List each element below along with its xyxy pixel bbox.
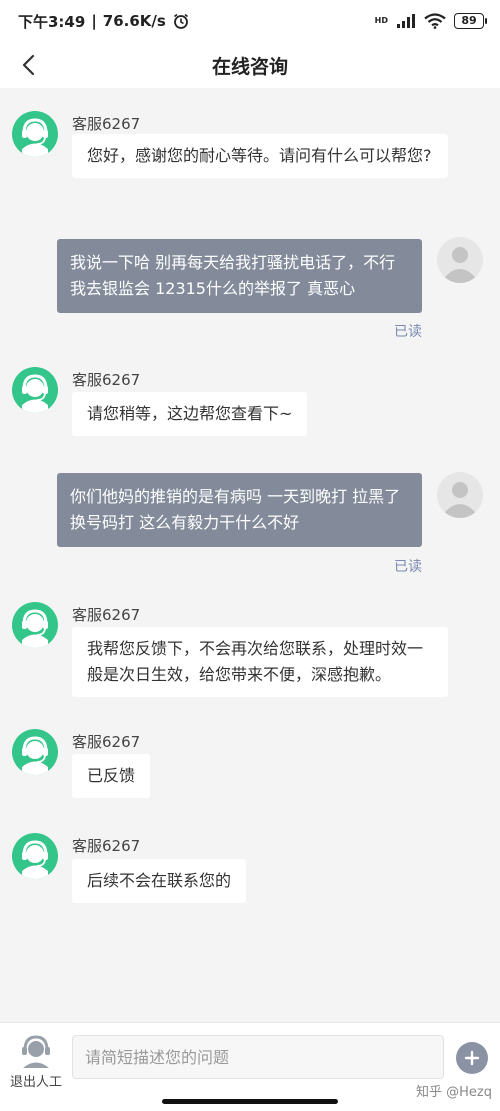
agent-message-bubble[interactable]: 后续不会在联系您的 <box>72 859 247 903</box>
back-button[interactable] <box>12 48 46 82</box>
hd-label: HD <box>374 16 388 25</box>
agent-name: 客服6267 <box>72 837 141 855</box>
agent-name: 客服6267 <box>72 115 141 133</box>
page-title: 在线咨询 <box>211 55 288 78</box>
plus-icon <box>464 1050 480 1066</box>
watermark: 知乎 @Hezq <box>416 1085 492 1100</box>
headset-agent-icon <box>22 374 48 413</box>
message-input[interactable] <box>72 1035 444 1079</box>
agent-avatar <box>12 833 58 879</box>
headset-agent-icon <box>22 118 48 157</box>
add-attachment-button[interactable] <box>456 1042 488 1074</box>
status-right: HD 89 <box>374 13 487 29</box>
user-avatar-icon <box>445 247 475 283</box>
user-avatar <box>437 237 483 283</box>
headset-agent-icon <box>22 1035 50 1068</box>
input-bar: 退出人工 知乎 @Hezq <box>0 1022 500 1111</box>
agent-message-bubble[interactable]: 您好，感谢您的耐心等待。请问有什么可以帮您? <box>72 134 448 178</box>
status-divider: | <box>91 12 97 30</box>
agent-avatar <box>12 367 58 413</box>
nav-bar: 在线咨询 <box>0 42 500 88</box>
wifi-icon <box>424 13 446 29</box>
agent-name: 客服6267 <box>72 371 141 389</box>
home-indicator[interactable] <box>162 1099 338 1104</box>
exit-human-service-button[interactable]: 退出人工 <box>4 1033 68 1093</box>
status-time: 下午3:49 <box>18 12 86 31</box>
network-speed: 76.6K/s <box>102 12 166 30</box>
battery-indicator: 89 <box>454 13 487 29</box>
read-status: 已读 <box>394 559 422 575</box>
agent-name: 客服6267 <box>72 733 141 751</box>
headset-agent-icon <box>22 736 48 775</box>
alarm-icon <box>173 13 188 29</box>
read-status: 已读 <box>394 324 422 340</box>
user-message-bubble[interactable]: 你们他妈的推销的是有病吗 一天到晚打 拉黑了换号码打 这么有毅力干什么不好 <box>57 473 422 547</box>
user-message-bubble[interactable]: 我说一下哈 别再每天给我打骚扰电话了，不行我去银监会 12315什么的举报了 真… <box>57 239 422 313</box>
agent-message-bubble[interactable]: 我帮您反馈下，不会再次给您联系，处理时效一般是次日生效，给您带来不便，深感抱歉。 <box>72 627 448 697</box>
agent-avatar <box>12 729 58 775</box>
status-left: 下午3:49 | 76.6K/s <box>18 11 190 32</box>
status-bar: 下午3:49 | 76.6K/s HD 89 <box>0 0 500 42</box>
headset-agent-icon <box>22 609 48 648</box>
back-chevron-icon <box>22 54 35 76</box>
agent-avatar <box>12 111 58 157</box>
agent-message-bubble[interactable]: 请您稍等，这边帮您查看下~ <box>72 392 308 436</box>
agent-name: 客服6267 <box>72 606 141 624</box>
user-avatar <box>437 472 483 518</box>
chat-list[interactable]: 客服6267 您好，感谢您的耐心等待。请问有什么可以帮您? 我说一下哈 别再每天… <box>0 88 500 1022</box>
user-avatar-icon <box>445 482 475 518</box>
headset-agent-icon <box>22 840 48 879</box>
agent-avatar <box>12 602 58 648</box>
signal-icon <box>397 14 415 28</box>
agent-message-bubble[interactable]: 已反馈 <box>72 754 151 798</box>
exit-button-label: 退出人工 <box>9 1075 62 1090</box>
